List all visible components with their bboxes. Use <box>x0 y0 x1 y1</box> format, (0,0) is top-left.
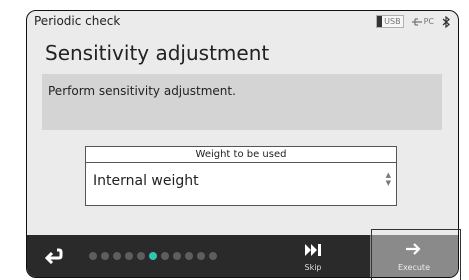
back-button[interactable] <box>27 235 80 277</box>
device-screen: Periodic check USB PC Sensitivity adjust… <box>26 10 459 278</box>
usb-label: USB <box>384 17 401 26</box>
pc-label: PC <box>423 17 434 26</box>
progress-dot <box>161 252 169 260</box>
bluetooth-icon <box>442 15 450 28</box>
usb-icon: USB <box>376 15 404 28</box>
select-arrows-icon: ▲ ▼ <box>385 171 391 187</box>
right-arrow-icon <box>406 243 421 255</box>
skip-button[interactable]: Skip <box>287 235 339 277</box>
progress-dot <box>197 252 205 260</box>
status-bar: Periodic check USB PC <box>27 11 458 33</box>
return-arrow-icon <box>44 248 62 264</box>
execute-label: Execute <box>398 263 430 272</box>
execute-button[interactable]: Execute <box>370 235 458 277</box>
progress-dots <box>89 252 217 260</box>
message-panel: Perform sensitivity adjustment. <box>42 74 442 130</box>
status-icons: USB PC <box>376 15 450 28</box>
weight-select[interactable]: Weight to be used Internal weight ▲ ▼ <box>85 146 397 206</box>
bottom-bar: Skip Execute <box>27 235 458 277</box>
skip-icon <box>305 244 321 256</box>
weight-select-value: Internal weight <box>93 173 199 189</box>
page-title: Sensitivity adjustment <box>45 41 270 65</box>
progress-dot <box>125 252 133 260</box>
progress-dot <box>101 252 109 260</box>
progress-dot-active <box>149 252 157 260</box>
progress-dot <box>137 252 145 260</box>
message-text: Perform sensitivity adjustment. <box>48 84 236 98</box>
progress-dot <box>89 252 97 260</box>
pc-connection-icon: PC <box>411 17 434 26</box>
mode-label: Periodic check <box>34 14 121 28</box>
weight-select-header: Weight to be used <box>86 147 396 163</box>
skip-label: Skip <box>304 263 322 272</box>
progress-dot <box>209 252 217 260</box>
progress-dot <box>185 252 193 260</box>
progress-dot <box>173 252 181 260</box>
progress-dot <box>113 252 121 260</box>
